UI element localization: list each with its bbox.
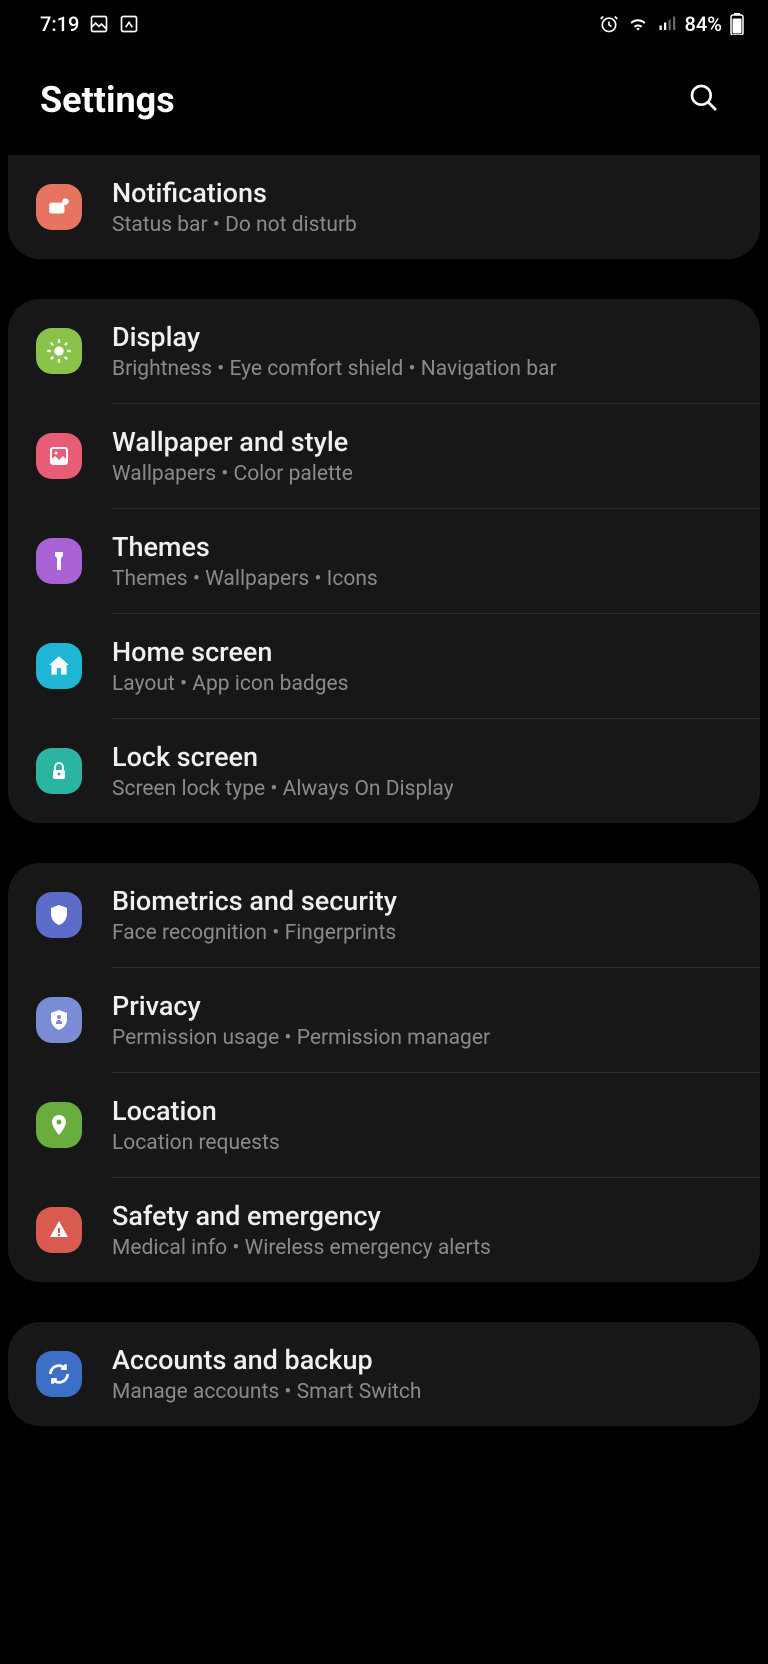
item-subtitle: Manage accounts • Smart Switch [112, 1380, 732, 1404]
item-subtitle: Permission usage • Permission manager [112, 1026, 732, 1050]
item-subtitle: Layout • App icon badges [112, 672, 732, 696]
settings-section: Accounts and backup Manage accounts • Sma… [8, 1322, 760, 1426]
home-icon [36, 643, 82, 689]
item-subtitle: Status bar • Do not disturb [112, 213, 732, 237]
item-title: Lock screen [112, 741, 732, 773]
settings-item-biometrics[interactable]: Biometrics and security Face recognition … [8, 863, 760, 967]
settings-item-themes[interactable]: Themes Themes • Wallpapers • Icons [8, 509, 760, 613]
settings-item-location[interactable]: Location Location requests [8, 1073, 760, 1177]
item-text: Wallpaper and style Wallpapers • Color pa… [112, 426, 732, 486]
settings-item-notifications[interactable]: Notifications Status bar • Do not disturb [8, 155, 760, 259]
display-icon [36, 328, 82, 374]
search-icon [688, 82, 720, 114]
item-text: Accounts and backup Manage accounts • Sma… [112, 1344, 732, 1404]
item-title: Privacy [112, 990, 732, 1022]
item-title: Accounts and backup [112, 1344, 732, 1376]
sync-icon [36, 1351, 82, 1397]
item-title: Location [112, 1095, 732, 1127]
search-button[interactable] [680, 74, 728, 125]
location-icon [36, 1102, 82, 1148]
item-title: Wallpaper and style [112, 426, 732, 458]
lock-icon [36, 748, 82, 794]
item-title: Biometrics and security [112, 885, 732, 917]
item-subtitle: Medical info • Wireless emergency alerts [112, 1236, 732, 1260]
item-text: Themes Themes • Wallpapers • Icons [112, 531, 732, 591]
item-subtitle: Screen lock type • Always On Display [112, 777, 732, 801]
battery-percent: 84% [685, 12, 722, 36]
item-title: Home screen [112, 636, 732, 668]
settings-item-lockscreen[interactable]: Lock screen Screen lock type • Always On … [8, 719, 760, 823]
widget-icon [119, 14, 139, 34]
settings-item-display[interactable]: Display Brightness • Eye comfort shield •… [8, 299, 760, 403]
item-title: Notifications [112, 177, 732, 209]
item-text: Lock screen Screen lock type • Always On … [112, 741, 732, 801]
page-title: Settings [40, 79, 175, 121]
item-text: Home screen Layout • App icon badges [112, 636, 732, 696]
settings-section: Display Brightness • Eye comfort shield •… [8, 299, 760, 823]
battery-icon [730, 13, 744, 35]
item-text: Privacy Permission usage • Permission man… [112, 990, 732, 1050]
item-subtitle: Themes • Wallpapers • Icons [112, 567, 732, 591]
item-text: Biometrics and security Face recognition … [112, 885, 732, 945]
notifications-icon [36, 184, 82, 230]
image-icon [89, 14, 109, 34]
item-subtitle: Wallpapers • Color palette [112, 462, 732, 486]
themes-icon [36, 538, 82, 584]
item-title: Themes [112, 531, 732, 563]
item-text: Safety and emergency Medical info • Wirel… [112, 1200, 732, 1260]
item-text: Location Location requests [112, 1095, 732, 1155]
item-title: Safety and emergency [112, 1200, 732, 1232]
shield-icon [36, 892, 82, 938]
settings-item-accounts[interactable]: Accounts and backup Manage accounts • Sma… [8, 1322, 760, 1426]
settings-item-homescreen[interactable]: Home screen Layout • App icon badges [8, 614, 760, 718]
item-text: Display Brightness • Eye comfort shield •… [112, 321, 732, 381]
settings-item-privacy[interactable]: Privacy Permission usage • Permission man… [8, 968, 760, 1072]
signal-icon [657, 15, 677, 33]
settings-item-safety[interactable]: Safety and emergency Medical info • Wirel… [8, 1178, 760, 1282]
status-time: 7:19 [40, 12, 79, 36]
settings-section: Notifications Status bar • Do not disturb [8, 155, 760, 259]
item-text: Notifications Status bar • Do not disturb [112, 177, 732, 237]
privacy-icon [36, 997, 82, 1043]
settings-section: Biometrics and security Face recognition … [8, 863, 760, 1282]
wifi-icon [627, 14, 649, 34]
item-title: Display [112, 321, 732, 353]
item-subtitle: Brightness • Eye comfort shield • Naviga… [112, 357, 732, 381]
item-subtitle: Face recognition • Fingerprints [112, 921, 732, 945]
settings-item-wallpaper[interactable]: Wallpaper and style Wallpapers • Color pa… [8, 404, 760, 508]
item-subtitle: Location requests [112, 1131, 732, 1155]
status-bar: 7:19 84% [0, 0, 768, 44]
safety-icon [36, 1207, 82, 1253]
alarm-icon [599, 14, 619, 34]
wallpaper-icon [36, 433, 82, 479]
page-header: Settings [0, 44, 768, 155]
